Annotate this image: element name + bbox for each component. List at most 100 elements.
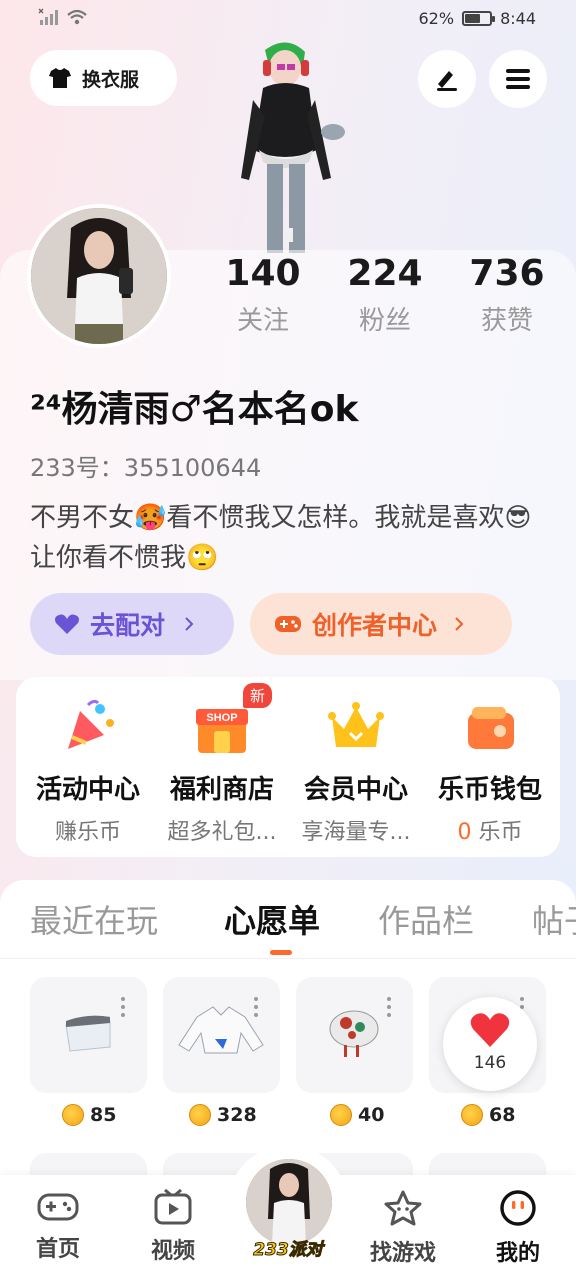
feature-menu-card: 活动中心 赚乐币 SHOP 新 福利商店 超多礼包... 会员中心 享海量专..… (16, 677, 560, 857)
party-popper-icon (58, 697, 118, 757)
nav-me[interactable]: 我的 (478, 1189, 558, 1267)
party-label: 233派对 (253, 1240, 324, 1261)
coin-icon (62, 1104, 84, 1126)
creator-center-button[interactable]: 创作者中心 (250, 593, 512, 655)
tab-posts[interactable]: 帖子 (532, 896, 576, 942)
menu-title: 福利商店 (169, 775, 274, 805)
coin-icon (330, 1104, 352, 1126)
profile-avatar[interactable] (27, 204, 171, 348)
shirt-image (178, 1006, 264, 1054)
nav-label: 找游戏 (369, 1241, 436, 1266)
coin-icon (189, 1104, 211, 1126)
menu-item-wallet[interactable]: 乐币钱包 0 乐币 (422, 687, 558, 846)
wishlist-price: 40 (330, 1104, 384, 1126)
coin-icon (461, 1104, 483, 1126)
menu-title: 会员中心 (303, 775, 408, 805)
edit-button[interactable] (418, 50, 476, 108)
more-icon[interactable] (387, 997, 391, 1021)
wishlist-item[interactable] (163, 977, 280, 1093)
heart-icon (55, 614, 79, 634)
nav-party[interactable]: 233派对 (228, 1145, 348, 1261)
nav-label: 首页 (35, 1237, 80, 1262)
menu-subtitle: 0 乐币 (422, 814, 558, 846)
change-outfit-label: 换衣服 (82, 68, 140, 91)
profile-tabs: 最近在玩 心愿单 作品栏 帖子 (0, 890, 576, 958)
wifi-icon (67, 9, 87, 25)
menu-item-welfare-shop[interactable]: SHOP 新 福利商店 超多礼包... (154, 683, 290, 846)
shop-icon: SHOP 新 (192, 683, 272, 757)
active-tab-indicator (270, 950, 292, 955)
menu-item-activity-center[interactable]: 活动中心 赚乐币 (20, 687, 156, 846)
status-bar: 62% 8:44 (0, 0, 576, 40)
stat-likes[interactable]: 736 获赞 (447, 253, 567, 337)
tab-recently-played[interactable]: 最近在玩 (30, 896, 158, 942)
avatar-image (31, 208, 167, 344)
more-icon[interactable] (254, 997, 258, 1021)
chevron-right-icon (455, 617, 464, 631)
menu-item-member-center[interactable]: 会员中心 享海量专... (288, 687, 424, 846)
nav-label: 视频 (150, 1239, 195, 1264)
battery-percent: 62% (418, 9, 455, 28)
gamepad-icon (275, 616, 301, 632)
like-count: 146 (473, 1053, 507, 1073)
status-right: 62% 8:44 (419, 9, 537, 28)
likes-count: 736 (469, 253, 545, 294)
creator-center-label: 创作者中心 (312, 611, 438, 640)
following-label: 关注 (236, 306, 289, 336)
stat-following[interactable]: 140 关注 (203, 253, 323, 337)
user-bio: 不男不女🥵看不惯我又怎样。我就是喜欢😎让你看不惯我🙄 (30, 503, 532, 573)
wishlist-item[interactable] (30, 977, 147, 1093)
stat-followers[interactable]: 224 粉丝 (325, 253, 445, 337)
shop-sign: SHOP (206, 712, 237, 724)
visor-image (65, 1015, 111, 1052)
menu-button[interactable] (489, 50, 547, 108)
match-label: 去配对 (90, 611, 166, 640)
beret-image (329, 1010, 379, 1057)
nav-video[interactable]: 视频 (133, 1188, 213, 1265)
wallet-icon (460, 697, 520, 757)
nav-label: 我的 (495, 1241, 540, 1266)
wishlist-price: 85 (62, 1104, 116, 1126)
tab-works[interactable]: 作品栏 (378, 896, 474, 942)
price-value: 85 (90, 1104, 117, 1126)
likes-label: 获赞 (480, 306, 533, 336)
new-badge: 新 (242, 683, 272, 708)
menu-subtitle: 赚乐币 (54, 820, 121, 845)
me-icon (500, 1190, 536, 1226)
shirt-icon (49, 68, 71, 88)
coin-balance: 0 (457, 820, 472, 845)
more-icon[interactable] (121, 997, 125, 1021)
menu-subtitle: 超多礼包... (167, 820, 277, 845)
change-outfit-button[interactable]: 换衣服 (30, 50, 177, 106)
followers-label: 粉丝 (358, 306, 411, 336)
party-avatar (246, 1159, 332, 1245)
avatar-3d-character[interactable] (225, 38, 355, 253)
party-avatar-image (246, 1159, 332, 1245)
crown-icon (326, 697, 386, 757)
tabs-divider (0, 958, 576, 959)
heart-icon (470, 1013, 510, 1047)
like-bubble[interactable]: 146 (443, 997, 537, 1091)
wishlist-price: 68 (461, 1104, 515, 1126)
video-icon (154, 1188, 192, 1225)
pen-icon (437, 71, 457, 91)
menu-title: 活动中心 (35, 775, 140, 805)
username: ²⁴杨清雨♂名本名ok (30, 389, 359, 430)
chevron-right-icon (185, 617, 194, 631)
clock: 8:44 (500, 9, 536, 28)
price-value: 40 (358, 1104, 385, 1126)
nav-find-games[interactable]: 找游戏 (363, 1189, 443, 1267)
price-value: 328 (217, 1104, 257, 1126)
status-left (38, 8, 88, 26)
followers-count: 224 (347, 253, 423, 294)
nav-home[interactable]: 首页 (18, 1189, 98, 1263)
coin-unit: 乐币 (478, 820, 523, 845)
star-icon (384, 1190, 422, 1226)
wishlist-item[interactable] (296, 977, 413, 1093)
tab-wishlist[interactable]: 心愿单 (224, 896, 320, 942)
avatar-silhouette (31, 208, 167, 344)
match-button[interactable]: 去配对 (30, 593, 234, 655)
following-count: 140 (225, 253, 301, 294)
user-id[interactable]: 233号：355100644 (30, 448, 261, 483)
wishlist-price: 328 (189, 1104, 257, 1126)
